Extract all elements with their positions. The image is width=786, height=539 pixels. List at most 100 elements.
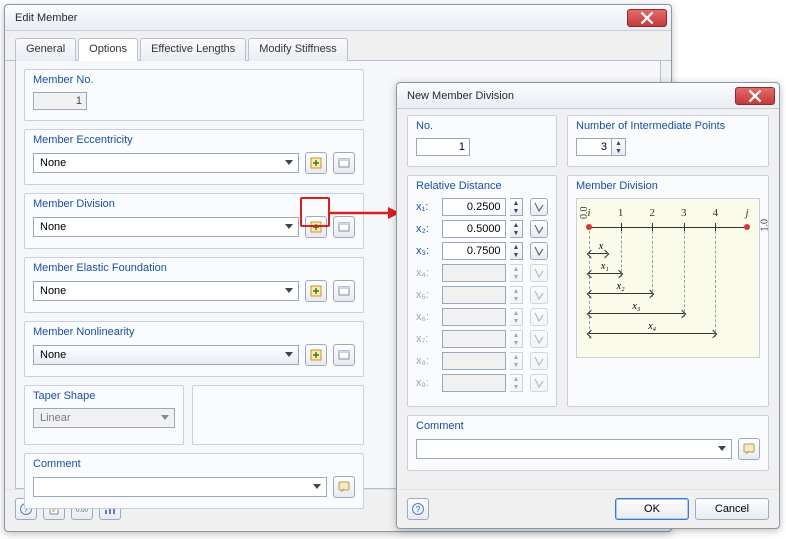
preview-node-1: 1 — [618, 207, 624, 219]
division-combo[interactable]: None — [33, 217, 299, 237]
preview-end0: 0.0 — [579, 207, 590, 220]
group-member-no: Member No. — [24, 69, 364, 121]
relative-distance-pick-button[interactable] — [530, 198, 548, 216]
preview-node-4: 4 — [713, 207, 719, 219]
division-preview-legend: Member Division — [576, 180, 760, 192]
edit-member-title-text: Edit Member — [15, 12, 77, 24]
relative-distance-legend: Relative Distance — [416, 180, 548, 192]
relative-distance-field — [442, 374, 506, 392]
division-new-button[interactable] — [305, 216, 327, 238]
cancel-button[interactable]: Cancel — [695, 498, 769, 520]
new-division-titlebar: New Member Division — [397, 83, 779, 109]
division-no-field[interactable] — [416, 138, 470, 156]
relative-distance-pick-button[interactable] — [530, 242, 548, 260]
elastic-library-button[interactable] — [333, 280, 355, 302]
division-comment-legend: Comment — [416, 420, 760, 432]
ok-button[interactable]: OK — [615, 498, 689, 520]
eccentricity-legend: Member Eccentricity — [33, 134, 355, 146]
relative-distance-row: x₅:▲▼ — [416, 286, 548, 304]
relative-distance-spinner: ▲▼ — [510, 264, 524, 282]
relative-distance-row: x₃: ▲▼ — [416, 242, 548, 260]
elastic-combo[interactable]: None — [33, 281, 299, 301]
nonlinearity-combo[interactable]: None — [33, 345, 299, 365]
close-icon[interactable] — [627, 9, 667, 27]
relative-distance-spinner: ▲▼ — [510, 308, 524, 326]
tab-general[interactable]: General — [15, 38, 76, 61]
intermediate-count-spinner[interactable]: ▲▼ — [612, 138, 626, 156]
comment-legend: Comment — [33, 458, 355, 470]
relative-distance-label: x₂: — [416, 223, 438, 235]
nonlinearity-legend: Member Nonlinearity — [33, 326, 355, 338]
division-library-button[interactable] — [333, 216, 355, 238]
elastic-new-button[interactable] — [305, 280, 327, 302]
eccentricity-library-button[interactable] — [333, 152, 355, 174]
intermediate-legend: Number of Intermediate Points — [576, 120, 760, 132]
relative-distance-field[interactable] — [442, 198, 506, 216]
division-comment-combo[interactable] — [416, 439, 732, 459]
tab-modify-stiffness[interactable]: Modify Stiffness — [248, 38, 347, 61]
edit-member-titlebar: Edit Member — [5, 5, 671, 31]
relative-distance-label: x₅: — [416, 289, 438, 301]
relative-distance-field[interactable] — [442, 220, 506, 238]
relative-distance-spinner[interactable]: ▲▼ — [510, 198, 524, 216]
relative-distance-label: x₇: — [416, 333, 438, 345]
tab-effective-lengths[interactable]: Effective Lengths — [140, 38, 246, 61]
group-division-no: No. — [407, 115, 557, 167]
relative-distance-spinner: ▲▼ — [510, 330, 524, 348]
close-icon[interactable] — [735, 87, 775, 105]
relative-distance-pick-button[interactable] — [530, 220, 548, 238]
member-no-legend: Member No. — [33, 74, 355, 86]
eccentricity-new-button[interactable] — [305, 152, 327, 174]
relative-distance-label: x₄: — [416, 267, 438, 279]
preview-dim-x: x — [599, 241, 603, 252]
relative-distance-label: x₃: — [416, 245, 438, 257]
relative-distance-field[interactable] — [442, 242, 506, 260]
relative-distance-row: x₇: ▲▼ — [416, 330, 548, 348]
intermediate-count-field[interactable] — [576, 138, 612, 156]
eccentricity-value: None — [40, 157, 66, 169]
new-member-division-dialog: New Member Division No. Number of Interm… — [396, 82, 780, 529]
chevron-down-icon — [282, 156, 296, 170]
group-elastic: Member Elastic Foundation None — [24, 257, 364, 313]
nonlinearity-new-button[interactable] — [305, 344, 327, 366]
elastic-value: None — [40, 285, 66, 297]
tab-options[interactable]: Options — [78, 38, 138, 61]
division-no-legend: No. — [416, 120, 548, 132]
preview-dim-x4: x₄ — [648, 321, 656, 332]
chevron-down-icon — [282, 220, 296, 234]
chevron-down-icon — [310, 480, 324, 494]
taper-legend: Taper Shape — [33, 390, 175, 402]
help-button[interactable]: ? — [407, 498, 429, 520]
division-value: None — [40, 221, 66, 233]
relative-distance-label: x₁: — [416, 201, 438, 213]
relative-distance-field — [442, 286, 506, 304]
taper-preview-area — [192, 385, 364, 445]
relative-distance-pick-button — [530, 352, 548, 370]
new-division-body: No. Number of Intermediate Points ▲▼ Rel… — [397, 109, 779, 489]
relative-distance-field — [442, 352, 506, 370]
relative-distance-spinner: ▲▼ — [510, 352, 524, 370]
preview-node-j: j — [745, 207, 748, 219]
group-intermediate-points: Number of Intermediate Points ▲▼ — [567, 115, 769, 167]
comment-combo[interactable] — [33, 477, 327, 497]
eccentricity-combo[interactable]: None — [33, 153, 299, 173]
division-comment-pick-button[interactable] — [738, 438, 760, 460]
relative-distance-label: x₆: — [416, 311, 438, 323]
relative-distance-row: x₁: ▲▼ — [416, 198, 548, 216]
relative-distance-row: x₄: ▲▼ — [416, 264, 548, 282]
nonlinearity-value: None — [40, 349, 66, 361]
relative-distance-row: x₉:▲▼ — [416, 374, 548, 392]
relative-distance-spinner[interactable]: ▲▼ — [510, 220, 524, 238]
group-division-preview: Member Division i 1 2 3 4 — [567, 175, 769, 407]
relative-distance-pick-button — [530, 308, 548, 326]
comment-pick-button[interactable] — [333, 476, 355, 498]
nonlinearity-library-button[interactable] — [333, 344, 355, 366]
tab-strip: General Options Effective Lengths Modify… — [5, 31, 671, 61]
relative-distance-spinner[interactable]: ▲▼ — [510, 242, 524, 260]
relative-distance-row: x₂: ▲▼ — [416, 220, 548, 238]
group-comment: Comment — [24, 453, 364, 509]
relative-distance-pick-button — [530, 286, 548, 304]
relative-distance-field — [442, 330, 506, 348]
relative-distance-field — [442, 308, 506, 326]
chevron-down-icon — [282, 348, 296, 362]
